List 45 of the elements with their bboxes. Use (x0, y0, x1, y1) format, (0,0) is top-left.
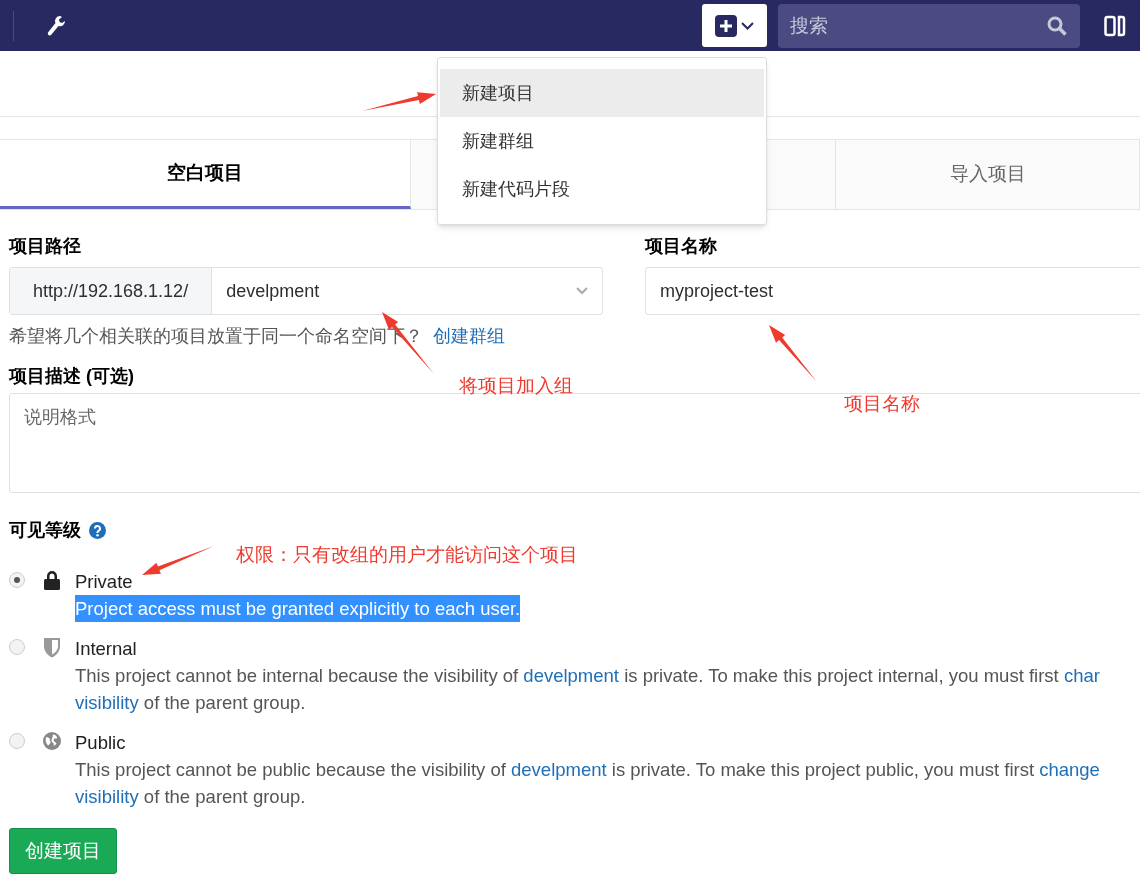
field-label: 可见等级 (9, 519, 81, 542)
menu-item[interactable]: 新建群组 (440, 117, 764, 165)
option-description: Project access must be granted explicitly to each user. (75, 598, 521, 619)
field-label: 项目路径 (9, 235, 82, 258)
radio-button[interactable] (9, 639, 25, 655)
sidebar-toggle-icon[interactable] (1104, 14, 1126, 37)
annotation-text: 项目名称 (844, 392, 920, 416)
option-description: is private. To make this project public, you must first (610, 759, 1036, 780)
lock-icon (43, 570, 61, 590)
radio-button[interactable] (9, 733, 25, 749)
tab[interactable]: 空白项目 (0, 140, 411, 209)
link[interactable]: visibility (75, 786, 139, 807)
project-name-field[interactable]: myproject-test (645, 267, 1140, 315)
wrench-icon[interactable] (46, 14, 66, 37)
link[interactable]: develpment (511, 759, 607, 780)
annotation-arrow (142, 546, 214, 575)
globe-icon (43, 730, 61, 752)
field-label: 项目名称 (645, 235, 718, 258)
plus-icon (715, 14, 737, 37)
menu-item[interactable]: 新建项目 (440, 69, 764, 117)
new-item-button[interactable] (702, 4, 767, 47)
tab[interactable]: 导入项目 (836, 140, 1140, 209)
link[interactable]: develpment (523, 665, 619, 686)
option-description: This project cannot be internal because the visibility of (75, 665, 520, 686)
link[interactable]: char (1063, 665, 1100, 686)
link[interactable]: change (1039, 759, 1100, 780)
option-description: is private. To make this project internal, you must first (623, 665, 1060, 686)
menu-item[interactable]: 新建代码片段 (440, 165, 764, 213)
option-description: of the parent group. (142, 692, 306, 713)
shield-icon (43, 637, 61, 658)
option-title: Private (75, 570, 133, 594)
option-description: This project cannot be public because the visibility of (75, 759, 507, 780)
option-title: Public (75, 731, 126, 755)
caret-icon (741, 21, 754, 30)
search-field[interactable]: 搜索 (778, 3, 1080, 48)
radio-button[interactable] (9, 572, 25, 588)
annotation-text: 权限：只有改组的用户才能访问这个项目 (236, 543, 578, 567)
search-icon (1047, 15, 1067, 36)
help-icon[interactable] (89, 522, 106, 539)
create-group-link[interactable]: 创建群组 (433, 326, 505, 346)
option-description: of the parent group. (142, 786, 306, 807)
create-project-button[interactable]: 创建项目 (9, 828, 117, 874)
link[interactable]: visibility (75, 692, 139, 713)
field-label: 项目描述 (可选) (9, 365, 134, 388)
option-title: Internal (75, 637, 137, 661)
